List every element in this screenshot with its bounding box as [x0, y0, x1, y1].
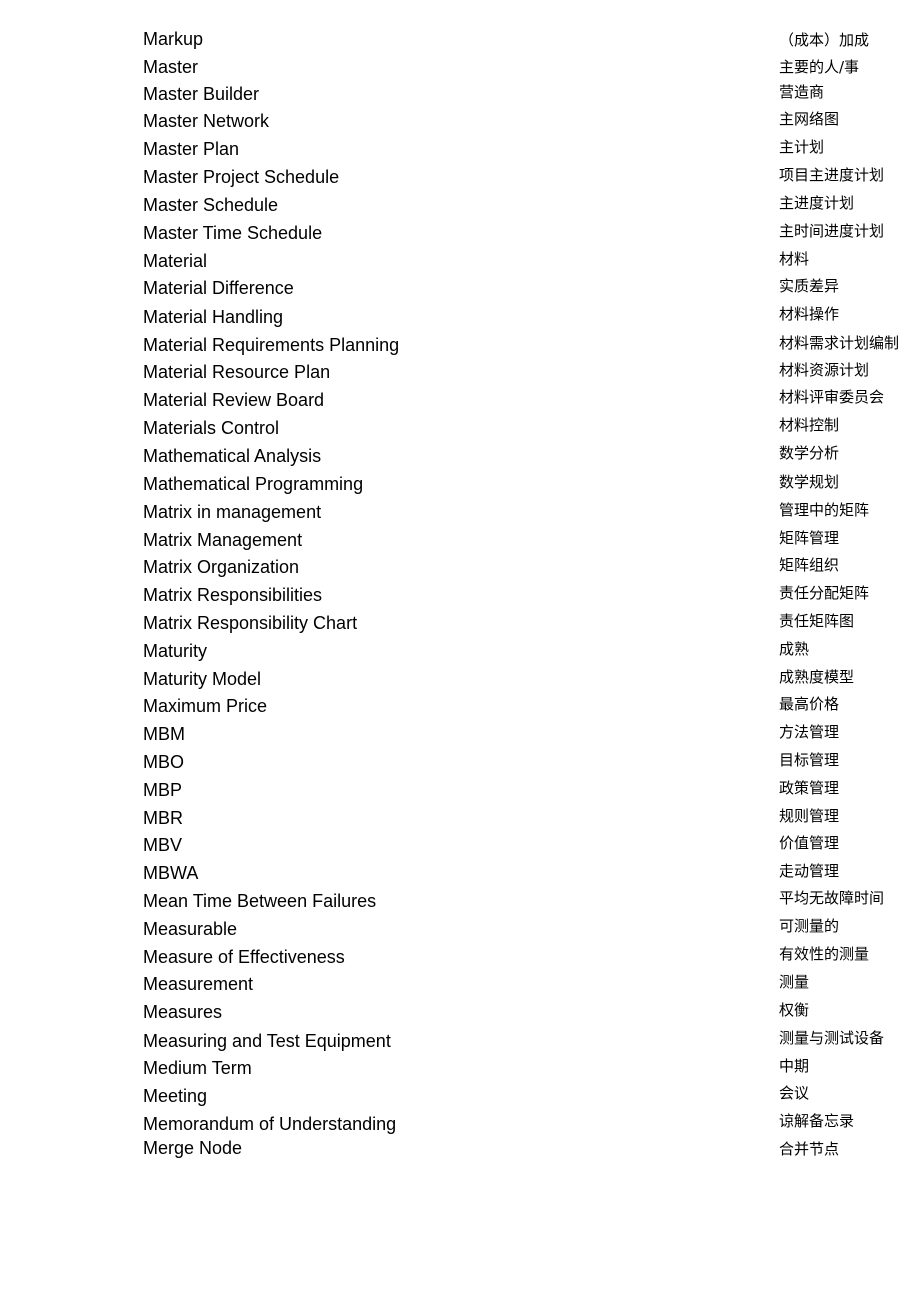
term-english: Material Review Board [143, 390, 325, 410]
term-english: Matrix Responsibilities [143, 585, 323, 605]
term-chinese: 最高价格 [779, 695, 840, 713]
term-chinese: 材料操作 [779, 305, 840, 323]
term-english: Maturity Model [143, 669, 262, 689]
term-chinese: 材料资源计划 [779, 361, 870, 379]
term-chinese: 材料需求计划编制 [779, 334, 900, 352]
term-chinese: 测量 [779, 973, 810, 991]
term-english: Matrix in management [143, 502, 322, 522]
term-english: Master Network [143, 111, 270, 131]
term-chinese: 规则管理 [779, 807, 840, 825]
term-english: Medium Term [143, 1058, 252, 1078]
term-english: MBR [143, 808, 183, 828]
term-english: Matrix Responsibility Chart [143, 613, 358, 633]
term-english: Merge Node [143, 1138, 243, 1158]
term-chinese: 测量与测试设备 [779, 1029, 885, 1047]
term-chinese: 主计划 [779, 138, 825, 156]
term-english: Mean Time Between Failures [143, 891, 377, 911]
term-english: MBM [143, 724, 185, 744]
term-chinese: 合并节点 [779, 1140, 840, 1158]
term-english: Mathematical Programming [143, 474, 364, 494]
term-english: Master [143, 57, 199, 77]
term-english: Mathematical Analysis [143, 446, 322, 466]
term-english: Material [143, 251, 208, 271]
term-english: Measure of Effectiveness [143, 947, 345, 967]
term-chinese: 主网络图 [779, 110, 840, 128]
term-english: Measures [143, 1002, 223, 1022]
term-chinese: 责任分配矩阵 [779, 584, 870, 602]
term-chinese: （成本）加成 [779, 31, 870, 49]
term-chinese: 主要的人/事 [779, 58, 860, 76]
term-english: Meeting [143, 1086, 208, 1106]
term-chinese: 数学分析 [779, 444, 840, 462]
term-chinese: 方法管理 [779, 723, 840, 741]
term-english: MBV [143, 835, 183, 855]
term-chinese: 可测量的 [779, 917, 840, 935]
term-english: Markup [143, 29, 204, 49]
term-chinese: 材料评审委员会 [779, 388, 885, 406]
term-english: Matrix Management [143, 530, 303, 550]
term-english: Material Difference [143, 278, 294, 298]
term-chinese: 权衡 [779, 1001, 810, 1019]
term-english: MBO [143, 752, 185, 772]
term-chinese: 成熟 [779, 640, 810, 658]
term-chinese: 营造商 [779, 83, 825, 101]
term-chinese: 主时间进度计划 [779, 222, 885, 240]
term-english: MBWA [143, 863, 199, 883]
term-chinese: 目标管理 [779, 751, 840, 769]
term-chinese: 中期 [779, 1057, 810, 1075]
term-english: Measuring and Test Equipment [143, 1031, 391, 1051]
term-chinese: 价值管理 [779, 834, 840, 852]
term-chinese: 成熟度模型 [779, 668, 855, 686]
term-chinese: 项目主进度计划 [779, 166, 885, 184]
term-english: Master Schedule [143, 195, 279, 215]
term-english: Master Builder [143, 84, 260, 104]
term-chinese: 材料控制 [779, 416, 840, 434]
term-english: Master Plan [143, 139, 240, 159]
term-english: Measurement [143, 974, 254, 994]
term-chinese: 实质差异 [779, 277, 840, 295]
term-chinese: 政策管理 [779, 779, 840, 797]
term-english: Materials Control [143, 418, 280, 438]
term-chinese: 材料 [779, 250, 810, 268]
term-chinese: 走动管理 [779, 862, 840, 880]
term-english: Master Project Schedule [143, 167, 340, 187]
term-english: Material Handling [143, 307, 284, 327]
term-chinese: 谅解备忘录 [779, 1112, 855, 1130]
term-english: MBP [143, 780, 183, 800]
glossary-row: Merge Node 合并节点 [0, 0, 920, 1158]
term-chinese: 数学规划 [779, 473, 840, 491]
term-english: Material Resource Plan [143, 362, 331, 382]
term-english: Master Time Schedule [143, 223, 323, 243]
term-english: Measurable [143, 919, 238, 939]
term-english: Memorandum of Understanding [143, 1114, 397, 1134]
term-chinese: 责任矩阵图 [779, 612, 855, 630]
term-english: Maximum Price [143, 696, 268, 716]
term-english: Maturity [143, 641, 208, 661]
term-chinese: 有效性的测量 [779, 945, 870, 963]
term-chinese: 会议 [779, 1084, 810, 1102]
term-chinese: 主进度计划 [779, 194, 855, 212]
term-chinese: 管理中的矩阵 [779, 501, 870, 519]
term-chinese: 平均无故障时间 [779, 889, 885, 907]
term-chinese: 矩阵管理 [779, 529, 840, 547]
term-english: Material Requirements Planning [143, 335, 400, 355]
term-chinese: 矩阵组织 [779, 556, 840, 574]
term-english: Matrix Organization [143, 557, 300, 577]
